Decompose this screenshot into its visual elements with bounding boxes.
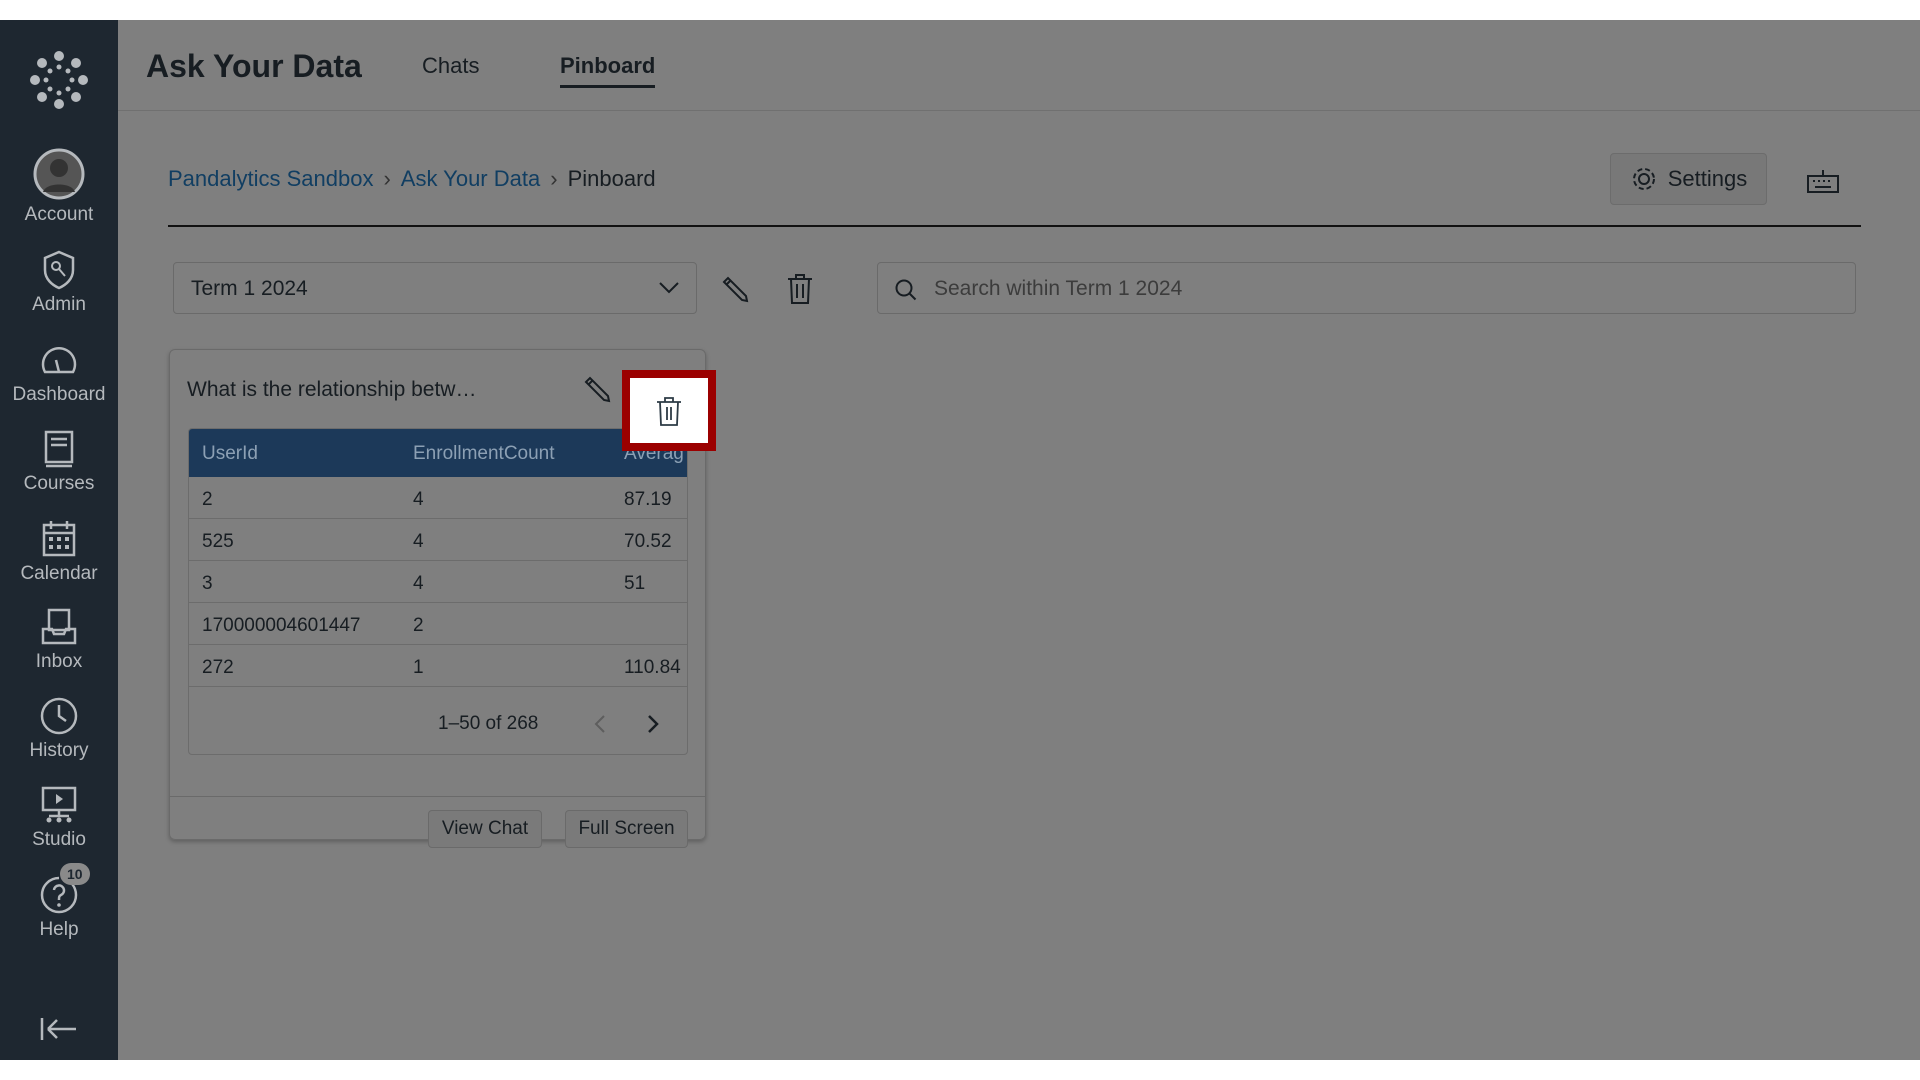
app-title: Ask Your Data — [146, 48, 362, 84]
page: Account Admin Dashboard Courses Calendar… — [0, 20, 1920, 1060]
table-cell: 87.19 — [624, 489, 672, 510]
search-placeholder: Search within Term 1 2024 — [934, 277, 1183, 300]
table-cell: 525 — [202, 531, 234, 552]
delete-term-trash-icon[interactable] — [786, 273, 814, 305]
delete-card-button[interactable] — [622, 370, 716, 451]
tab-pinboard[interactable]: Pinboard — [560, 53, 656, 88]
collapse-nav-icon[interactable] — [40, 1016, 78, 1042]
history-icon — [40, 697, 78, 735]
account-icon — [33, 148, 85, 200]
chevron-right-icon: › — [550, 166, 558, 191]
inbox-icon — [41, 608, 77, 645]
edit-card-pencil-icon[interactable] — [582, 374, 612, 404]
settings-label: Settings — [1667, 166, 1748, 191]
nav-calendar[interactable]: Calendar — [0, 519, 118, 585]
nav-label: Calendar — [20, 563, 98, 584]
breadcrumb-current: Pinboard — [567, 166, 656, 191]
help-badge: 10 — [60, 863, 90, 885]
card-footer — [170, 796, 705, 797]
nav-studio[interactable]: Studio — [0, 785, 118, 851]
nav-label: Courses — [23, 473, 95, 494]
card-title: What is the relationship betw… — [187, 378, 477, 401]
search-input[interactable]: Search within Term 1 2024 — [877, 262, 1856, 314]
table-cell: 70.52 — [624, 531, 672, 552]
table-cell: 1 — [413, 657, 424, 678]
table-cell: 4 — [413, 531, 424, 552]
pagination: 1–50 of 268 — [189, 687, 687, 754]
edit-term-pencil-icon[interactable] — [720, 274, 750, 304]
view-chat-button[interactable]: View Chat — [428, 810, 542, 848]
nav-admin[interactable]: Admin — [0, 250, 118, 316]
table-header: UserId EnrollmentCount Averag — [189, 429, 687, 477]
settings-button[interactable]: Settings — [1610, 153, 1767, 205]
previous-page-icon[interactable] — [593, 713, 607, 735]
canvas-logo-icon[interactable] — [29, 50, 89, 110]
column-header[interactable]: UserId — [202, 443, 258, 465]
term-select[interactable]: Term 1 2024 — [173, 262, 697, 314]
chevron-down-icon — [659, 282, 679, 294]
gear-icon — [1632, 168, 1655, 190]
table-row: 2 4 87.19 — [189, 477, 687, 519]
dashboard-icon — [41, 347, 77, 374]
chevron-right-icon: › — [383, 166, 391, 191]
nav-history[interactable]: History — [0, 696, 118, 762]
table-cell: 2 — [413, 615, 424, 636]
table-row: 272 1 110.84 — [189, 645, 687, 687]
courses-icon — [44, 430, 74, 468]
global-nav: Account Admin Dashboard Courses Calendar… — [0, 20, 118, 1060]
search-icon — [895, 279, 917, 301]
pagination-text: 1–50 of 268 — [438, 713, 539, 734]
nav-label: Dashboard — [12, 384, 106, 405]
tab-chats[interactable]: Chats — [422, 53, 479, 85]
table-cell: 272 — [202, 657, 234, 678]
nav-label: Admin — [32, 294, 86, 315]
term-select-value: Term 1 2024 — [191, 277, 308, 300]
nav-account[interactable]: Account — [0, 148, 118, 226]
table-cell: 170000004601447 — [202, 615, 361, 636]
keyboard-shortcuts-icon[interactable] — [1806, 168, 1840, 194]
table-cell: 2 — [202, 489, 213, 510]
table-cell: 110.84 — [624, 657, 681, 678]
next-page-icon[interactable] — [646, 713, 660, 735]
nav-label: Studio — [32, 829, 86, 850]
nav-label: Help — [39, 919, 79, 940]
table-cell: 4 — [413, 573, 424, 594]
nav-label: Inbox — [35, 651, 83, 672]
nav-label: History — [29, 740, 89, 761]
table-cell: 3 — [202, 573, 213, 594]
full-screen-button[interactable]: Full Screen — [565, 810, 688, 848]
breadcrumb-ask-your-data[interactable]: Ask Your Data — [401, 166, 540, 191]
divider — [168, 225, 1861, 227]
nav-help[interactable]: 10 Help — [0, 863, 118, 941]
app-header: Ask Your Data Chats Pinboard — [118, 20, 1920, 111]
table-row: 525 4 70.52 — [189, 519, 687, 561]
studio-icon — [41, 786, 77, 823]
results-table: UserId EnrollmentCount Averag 2 4 87.19 525… — [188, 428, 688, 755]
nav-dashboard[interactable]: Dashboard — [0, 340, 118, 406]
nav-inbox[interactable]: Inbox — [0, 607, 118, 673]
trash-icon — [657, 396, 681, 426]
breadcrumb-sandbox[interactable]: Pandalytics Sandbox — [168, 166, 373, 191]
table-row: 3 4 51 — [189, 561, 687, 603]
calendar-icon — [42, 521, 76, 557]
nav-courses[interactable]: Courses — [0, 429, 118, 495]
column-header[interactable]: EnrollmentCount — [413, 443, 555, 465]
table-cell: 51 — [624, 573, 646, 594]
breadcrumb: Pandalytics Sandbox › Ask Your Data › Pinboa… — [168, 166, 656, 192]
table-row: 170000004601447 2 — [189, 603, 687, 645]
nav-label: Account — [24, 204, 94, 225]
admin-icon — [43, 250, 75, 290]
table-cell: 4 — [413, 489, 424, 510]
